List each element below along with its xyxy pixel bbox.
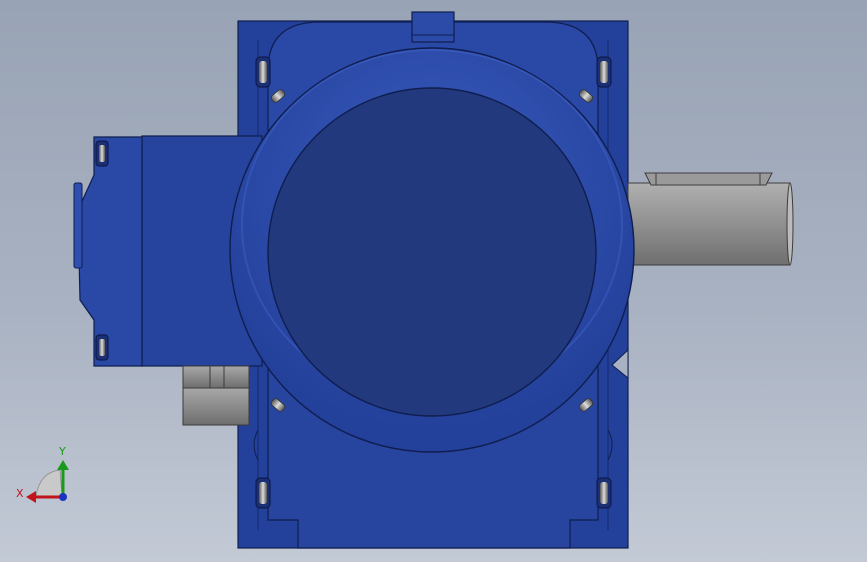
triad-plane-icon [35, 469, 63, 497]
triad-y-arrow-icon [57, 460, 69, 470]
motor-flange [77, 136, 143, 367]
housing-bolt-icon [596, 56, 612, 88]
housing-bolt-icon [596, 477, 612, 509]
gearbox-model[interactable] [73, 11, 794, 549]
reference-triad: X Y [16, 445, 69, 503]
housing-bolt-icon [255, 56, 271, 88]
triad-x-label: X [16, 487, 24, 500]
flange-bolt-icon [95, 140, 109, 167]
cad-viewport[interactable]: X Y [0, 0, 867, 562]
triad-x-arrow-icon [26, 491, 36, 503]
output-shaft [627, 172, 794, 266]
top-tab [411, 11, 455, 43]
inner-cover-plate [267, 87, 597, 417]
triad-y-label: Y [58, 445, 66, 458]
flange-bolt-icon [95, 334, 109, 361]
drain-plug [182, 365, 250, 426]
triad-z-axis-icon [59, 493, 67, 501]
housing-bolt-icon [255, 477, 271, 509]
